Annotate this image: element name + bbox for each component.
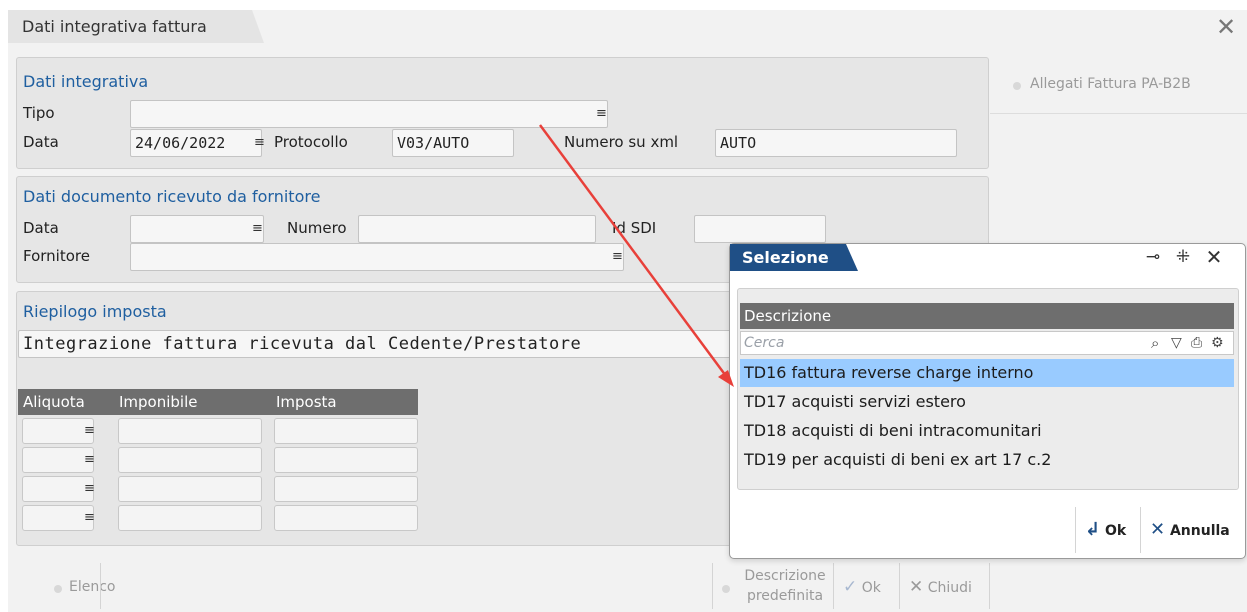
annotation-arrow-head: [718, 370, 734, 387]
annotation-arrow-line: [538, 124, 728, 377]
annotation-arrow: [538, 124, 734, 387]
